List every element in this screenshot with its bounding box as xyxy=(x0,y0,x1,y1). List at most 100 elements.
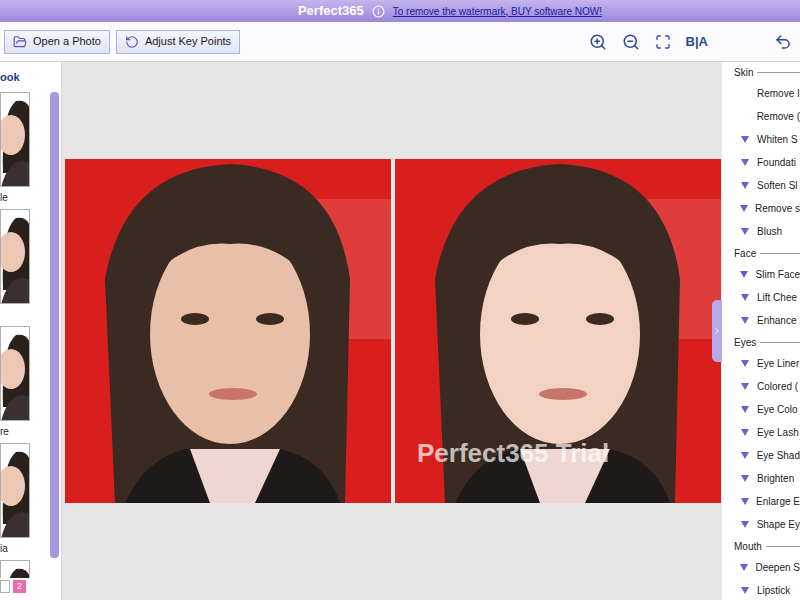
canvas: Perfect365 Trial xyxy=(62,62,722,600)
pagination: 2 xyxy=(0,578,61,594)
tool-item[interactable]: Whiten S xyxy=(722,128,800,151)
tools-panel: Skin Remove I Remove ( Whiten S Foundati Soft… xyxy=(722,62,800,600)
expand-triangle-icon xyxy=(741,317,749,324)
tool-label: Colored ( xyxy=(757,379,798,394)
tool-label: Remove ( xyxy=(757,109,800,124)
section-title: Mouth xyxy=(734,539,762,554)
tool-label: Eye Liner xyxy=(757,356,799,371)
scrollbar[interactable] xyxy=(50,92,59,558)
app-window: Perfect365 To remove the watermark, BUY s… xyxy=(0,0,800,600)
look-thumbnail-icon xyxy=(1,327,30,421)
tool-label: Eye Colo xyxy=(757,402,798,417)
expand-triangle-icon xyxy=(741,587,749,594)
tool-item[interactable]: Slim Face xyxy=(722,263,800,286)
tool-item[interactable]: Remove ( xyxy=(722,105,800,128)
toolbar: Open a PhotoAdjust Key Points B|A xyxy=(0,22,800,62)
look-thumbnail-icon xyxy=(1,444,30,538)
tool-item[interactable]: Soften Sl xyxy=(722,174,800,197)
compare-button[interactable]: B|A xyxy=(686,32,708,52)
watermark: Perfect365 Trial xyxy=(417,434,609,473)
look-thumbnail-icon xyxy=(1,210,30,304)
expand-triangle-icon xyxy=(741,228,749,235)
toolbar-button[interactable]: Adjust Key Points xyxy=(116,30,240,54)
tool-item[interactable]: Deepen S xyxy=(722,556,800,579)
tool-item[interactable]: Enlarge E xyxy=(722,490,800,513)
undo-icon[interactable] xyxy=(774,33,792,51)
tool-item[interactable]: Lift Chee xyxy=(722,286,800,309)
expand-triangle-icon xyxy=(741,159,749,166)
tool-section: FaceSlim FaceLift CheeEnhance xyxy=(722,243,800,332)
key-points-icon xyxy=(125,35,139,49)
tool-label: Blush xyxy=(757,224,782,239)
look-thumbnail-icon xyxy=(1,93,30,187)
looks-panel: ook le re ia 2 xyxy=(0,62,62,600)
expand-triangle-icon xyxy=(741,406,749,413)
look-label: le xyxy=(0,187,8,209)
tool-label: Enlarge E xyxy=(756,494,800,509)
tool-item[interactable]: Blush xyxy=(722,220,800,243)
tool-label: Shape Ey xyxy=(757,517,800,532)
tool-item[interactable]: Remove I xyxy=(722,82,800,105)
tool-label: Eye Shad xyxy=(757,448,800,463)
open-photo-icon xyxy=(13,35,27,49)
look-label: ia xyxy=(0,538,8,560)
expand-triangle-icon xyxy=(740,271,748,278)
look-item[interactable]: le xyxy=(0,92,50,209)
look-item[interactable]: re xyxy=(0,326,50,443)
tool-item[interactable]: Remove s xyxy=(722,197,800,220)
tool-label: Deepen S xyxy=(756,560,800,575)
info-icon[interactable] xyxy=(372,5,385,18)
tool-item[interactable]: Enhance xyxy=(722,309,800,332)
expand-triangle-icon xyxy=(741,182,749,189)
tool-section: EyesEye Liner Colored ( Eye Colo Eye Lash Ey… xyxy=(722,332,800,536)
expand-triangle-icon xyxy=(741,498,749,505)
tool-label: Soften Sl xyxy=(757,178,798,193)
zoom-in-icon[interactable] xyxy=(589,33,607,51)
tool-label: Remove I xyxy=(757,86,800,101)
tool-item[interactable]: Eye Colo xyxy=(722,398,800,421)
tool-item[interactable]: Lipstick xyxy=(722,579,800,600)
expand-triangle-icon xyxy=(741,294,749,301)
look-item[interactable] xyxy=(0,209,50,326)
zoom-out-icon[interactable] xyxy=(622,33,640,51)
tool-label: Foundati xyxy=(757,155,796,170)
tool-label: Brighten xyxy=(757,471,794,486)
buy-link[interactable]: To remove the watermark, BUY software NO… xyxy=(393,4,602,19)
fit-icon[interactable] xyxy=(655,34,671,50)
tool-section: Skin Remove I Remove ( Whiten S Foundati Soft… xyxy=(722,62,800,243)
panel-toggle[interactable] xyxy=(712,300,722,362)
tool-item[interactable]: Eye Lash xyxy=(722,421,800,444)
looks-heading: ook xyxy=(0,62,61,92)
expand-triangle-icon xyxy=(740,564,748,571)
expand-triangle-icon xyxy=(741,360,749,367)
tool-section: Mouth Deepen S Lipstick xyxy=(722,536,800,600)
page-button[interactable]: 2 xyxy=(13,580,26,593)
collapse-icon xyxy=(712,326,722,336)
tool-label: Eye Lash xyxy=(757,425,799,440)
tool-item[interactable]: Brighten xyxy=(722,467,800,490)
app-title: Perfect365 xyxy=(298,1,364,21)
look-item[interactable]: ia xyxy=(0,443,50,560)
section-title: Eyes xyxy=(734,335,756,350)
expand-triangle-icon xyxy=(740,205,748,212)
tool-item[interactable]: Eye Shad xyxy=(722,444,800,467)
expand-triangle-icon xyxy=(741,475,749,482)
look-label: re xyxy=(0,421,9,443)
look-item[interactable] xyxy=(0,560,50,578)
tool-item[interactable]: Shape Ey xyxy=(722,513,800,536)
page-button[interactable] xyxy=(0,580,10,593)
toolbar-button[interactable]: Open a Photo xyxy=(4,30,110,54)
expand-triangle-icon xyxy=(741,429,749,436)
tool-label: Slim Face xyxy=(756,267,800,282)
tool-label: Enhance xyxy=(757,313,796,328)
tool-item[interactable]: Foundati xyxy=(722,151,800,174)
tool-item[interactable]: Eye Liner xyxy=(722,352,800,375)
expand-triangle-icon xyxy=(741,383,749,390)
tool-label: Lipstick xyxy=(757,583,790,598)
tool-label: Remove s xyxy=(755,201,800,216)
expand-triangle-icon xyxy=(741,136,749,143)
look-thumbnail-icon xyxy=(1,561,30,578)
before-photo xyxy=(65,159,391,503)
section-title: Skin xyxy=(734,65,753,80)
tool-item[interactable]: Colored ( xyxy=(722,375,800,398)
